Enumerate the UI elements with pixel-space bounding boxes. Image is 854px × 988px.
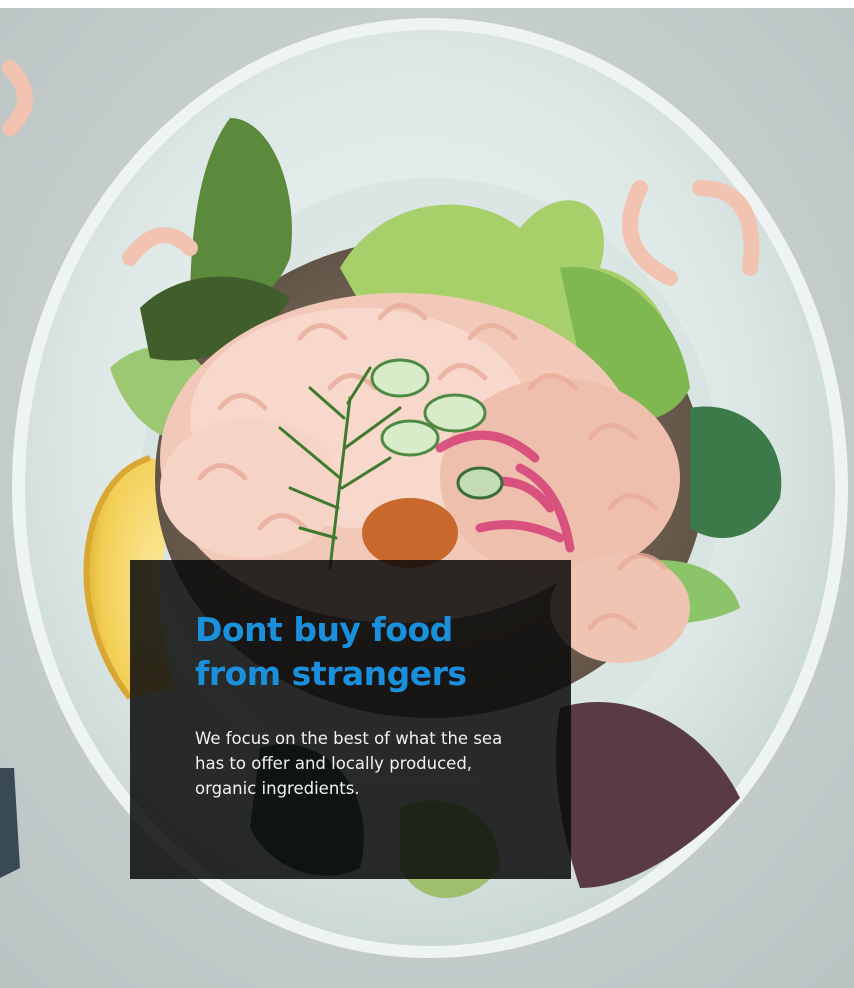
hero-headline: Dont buy food from strangers (195, 610, 467, 693)
page: Dont buy food from strangers We focus on… (0, 0, 854, 988)
hero-body-text: We focus on the best of what the sea has… (195, 729, 503, 798)
hero-overlay-card: Dont buy food from strangers We focus on… (130, 560, 571, 879)
